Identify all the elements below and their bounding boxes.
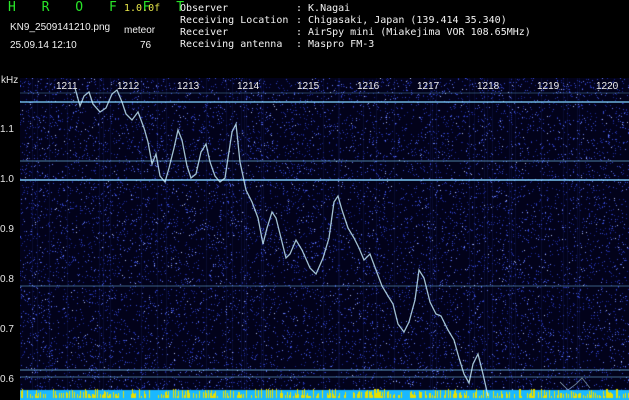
y-unit-label: kHz [1, 75, 19, 86]
info-label-receiver: Receiver [180, 27, 229, 38]
y-tick-label: 1.0 [0, 174, 14, 185]
app-title: H R O F F T [8, 0, 194, 15]
hrofft-spectrogram-window: H R O F F T 1.0.0f KN9_2509141210.png me… [0, 0, 629, 400]
x-tick-label: 1215 [297, 81, 320, 92]
x-tick-label: 1217 [417, 81, 440, 92]
meteor-label: meteor [124, 25, 156, 36]
x-tick-label: 1211 [56, 81, 78, 92]
x-tick-label: 1214 [237, 81, 260, 92]
y-tick-label: 0.7 [0, 324, 14, 335]
info-value-location: : Chigasaki, Japan (139.414 35.340) [296, 15, 507, 26]
y-tick-label: 1.1 [0, 124, 14, 135]
info-label-observer: Observer [180, 3, 229, 14]
info-value-antenna: : Maspro FM-3 [296, 39, 375, 50]
info-label-antenna: Receiving antenna [180, 39, 283, 50]
x-tick-label: 1220 [596, 81, 619, 92]
doppler-trace [74, 87, 489, 397]
doppler-trace [559, 377, 591, 391]
x-tick-label: 1216 [357, 81, 380, 92]
spectrogram-plot [20, 78, 629, 400]
y-tick-label: 0.6 [0, 374, 14, 385]
info-label-location: Receiving Location [180, 15, 289, 26]
x-tick-label: 1212 [117, 81, 140, 92]
x-tick-label: 1218 [477, 81, 500, 92]
meteor-count: 76 [140, 40, 152, 51]
info-value-receiver: : AirSpy mini (Miakejima VOR 108.65MHz) [296, 27, 531, 38]
x-tick-label: 1213 [177, 81, 200, 92]
file-name: KN9_2509141210.png [10, 22, 111, 33]
spectrogram-overlay [20, 87, 629, 397]
info-value-observer: : K.Nagai [296, 3, 351, 14]
datetime: 25.09.14 12:10 [10, 40, 77, 51]
x-tick-label: 1219 [537, 81, 560, 92]
y-tick-label: 0.8 [0, 274, 14, 285]
y-tick-label: 0.9 [0, 224, 14, 235]
app-version: 1.0.0f [124, 3, 161, 14]
